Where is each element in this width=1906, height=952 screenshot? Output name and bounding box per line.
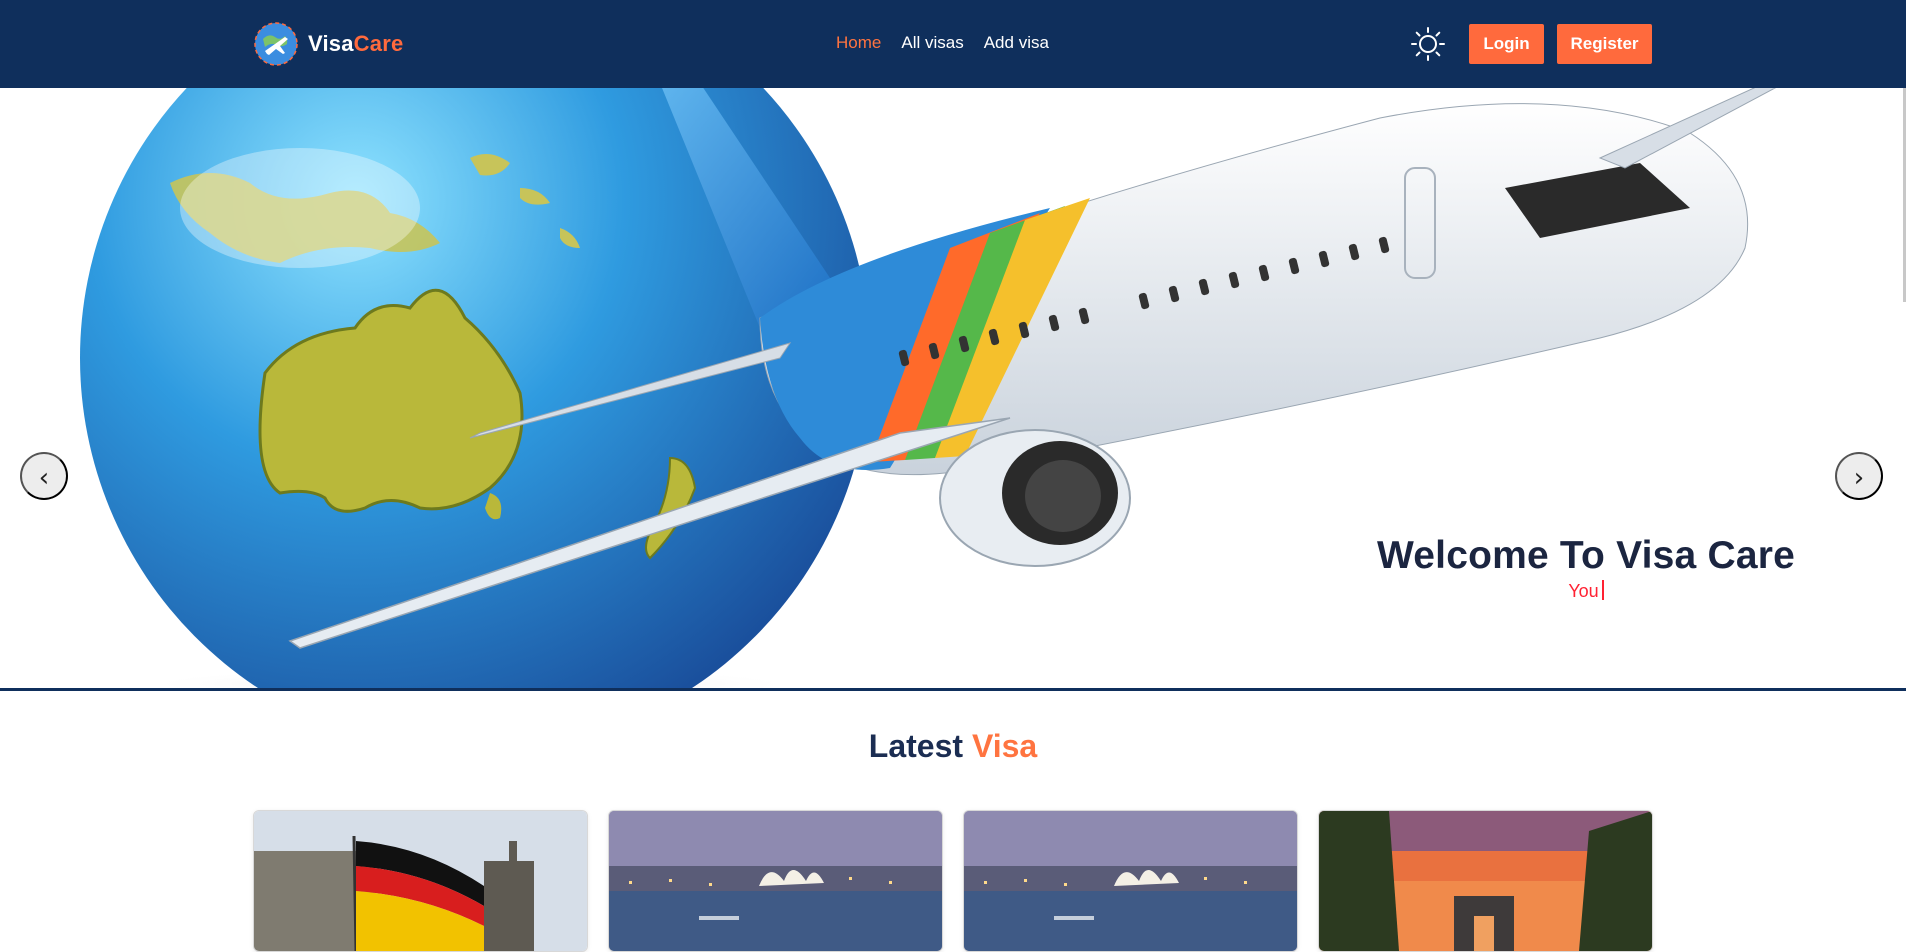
- sun-icon[interactable]: [1410, 26, 1446, 62]
- brand-name: VisaCare: [308, 31, 404, 56]
- navbar: VisaCare Home All visas Add visa Login R…: [0, 0, 1906, 88]
- visa-card[interactable]: [963, 810, 1298, 952]
- register-button[interactable]: Register: [1557, 24, 1652, 64]
- typed-text: You: [1568, 581, 1599, 601]
- hero-divider: [0, 688, 1906, 691]
- login-button[interactable]: Login: [1469, 24, 1544, 64]
- visa-card[interactable]: [608, 810, 943, 952]
- nav-link-all-visas[interactable]: All visas: [901, 33, 963, 53]
- visa-card[interactable]: [253, 810, 588, 952]
- main-nav: Home All visas Add visa: [836, 33, 1049, 53]
- brand-logo[interactable]: VisaCare: [253, 20, 403, 68]
- nav-link-add-visa[interactable]: Add visa: [984, 33, 1049, 53]
- arc-de-triomphe-image: [1319, 811, 1652, 951]
- hero-typed-text: You: [1366, 580, 1806, 602]
- nav-link-home[interactable]: Home: [836, 33, 881, 53]
- latest-visa-heading: Latest Visa: [868, 728, 1038, 764]
- typing-cursor: [1601, 580, 1604, 600]
- hero-title: Welcome To Visa Care: [1376, 534, 1795, 577]
- germany-flag-image: [254, 811, 587, 951]
- sydney-night-image: [609, 811, 942, 951]
- carousel-next-button[interactable]: ›: [1835, 452, 1883, 500]
- visa-card[interactable]: [1318, 810, 1653, 952]
- globe-plane-logo-icon: [254, 22, 298, 66]
- carousel-prev-button[interactable]: ‹: [20, 452, 68, 500]
- sydney-night-image: [964, 811, 1297, 951]
